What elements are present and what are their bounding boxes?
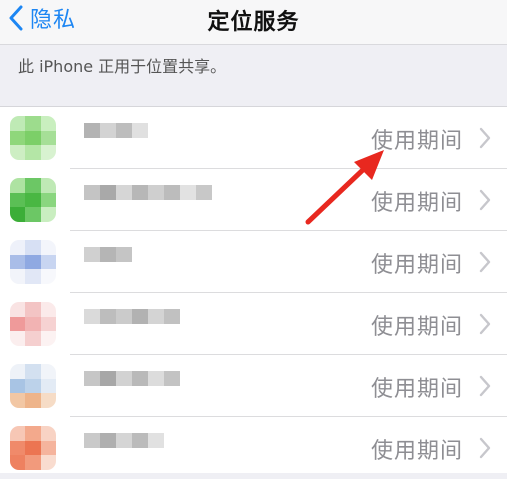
app-icon xyxy=(10,116,56,160)
app-name xyxy=(84,123,148,153)
location-sharing-caption: 此 iPhone 正用于位置共享。 xyxy=(18,57,227,76)
location-access-status: 使用期间 xyxy=(370,253,463,278)
location-access-status: 使用期间 xyxy=(370,315,463,340)
app-row[interactable]: 使用期间 xyxy=(0,293,507,355)
app-icon xyxy=(10,364,56,408)
chevron-right-icon xyxy=(479,251,491,273)
app-row[interactable]: 使用期间 xyxy=(0,107,507,169)
app-icon xyxy=(10,426,56,470)
chevron-right-icon xyxy=(479,313,491,335)
divider xyxy=(0,44,507,45)
app-name xyxy=(84,247,132,277)
app-row[interactable]: 使用期间 xyxy=(0,355,507,417)
app-icon xyxy=(10,178,56,222)
navigation-bar: 隐私 定位服务 xyxy=(0,0,507,44)
location-access-status: 使用期间 xyxy=(370,439,463,464)
location-access-status: 使用期间 xyxy=(370,377,463,402)
chevron-right-icon xyxy=(479,437,491,459)
location-access-status: 使用期间 xyxy=(370,191,463,216)
app-name xyxy=(84,309,180,339)
app-name xyxy=(84,185,212,215)
app-row[interactable]: 使用期间 xyxy=(0,231,507,293)
app-name xyxy=(84,433,164,463)
page-title: 定位服务 xyxy=(207,10,300,35)
app-icon xyxy=(10,302,56,346)
chevron-right-icon xyxy=(479,127,491,149)
chevron-right-icon xyxy=(479,189,491,211)
app-row[interactable]: 使用期间 xyxy=(0,417,507,479)
app-list: 使用期间 使用期间 使用期间 使用期间 使用期间 使用期间 xyxy=(0,107,507,473)
app-icon xyxy=(10,240,56,284)
chevron-right-icon xyxy=(479,375,491,397)
app-name xyxy=(84,371,180,401)
app-row[interactable]: 使用期间 xyxy=(0,169,507,231)
location-access-status: 使用期间 xyxy=(370,129,463,154)
